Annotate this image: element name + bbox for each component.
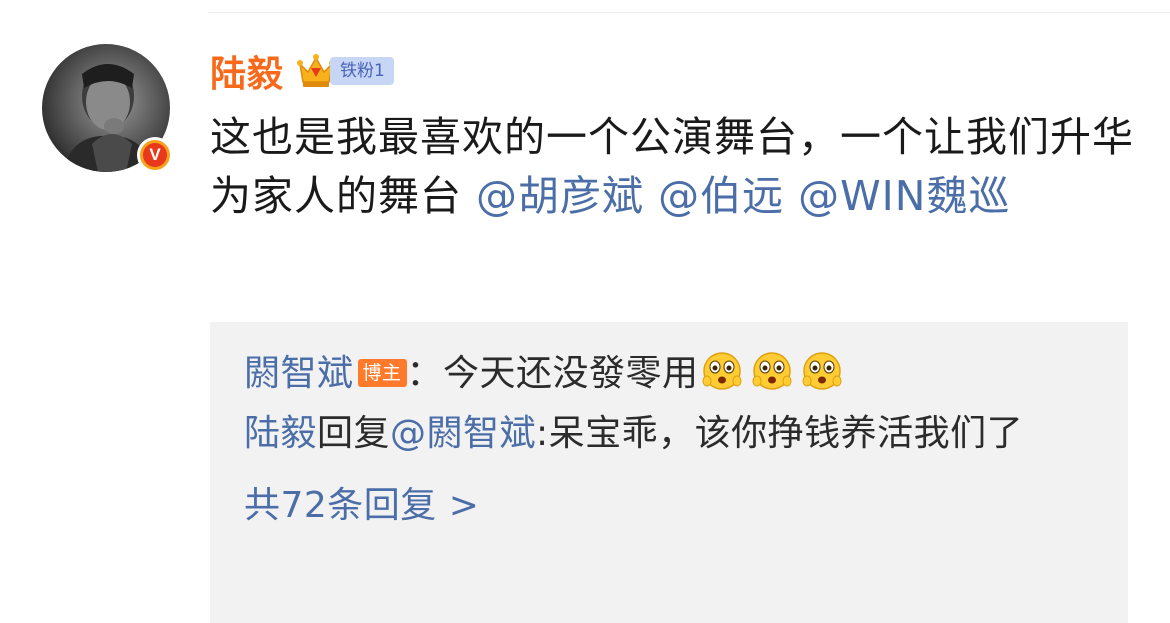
fan-badge-label: 铁粉1 — [330, 57, 394, 85]
comment-text: 今天还没發零用 — [443, 353, 699, 394]
shocked-face-emoji-icon — [702, 352, 742, 390]
reply-text: :呆宝乖，该你挣钱养活我们了 — [536, 413, 1024, 454]
comment-separator: ： — [406, 353, 444, 394]
author-reply: 陆毅回复@閼智斌:呆宝乖，该你挣钱养活我们了 — [244, 404, 1094, 464]
comment-author[interactable]: 閼智斌 — [244, 353, 354, 394]
fan-badge[interactable]: 铁粉1 — [296, 52, 394, 90]
mention-link[interactable]: @WIN魏巡 — [798, 172, 1010, 220]
top-divider — [208, 12, 1170, 13]
reply-target-mention[interactable]: @閼智斌 — [390, 413, 536, 454]
shocked-face-emoji-icon — [802, 352, 842, 390]
author-name[interactable]: 陆毅 — [210, 45, 284, 97]
top-comment: 閼智斌 博主 ：今天还没發零用 — [244, 344, 1094, 404]
mention-link[interactable]: @伯远 — [658, 172, 784, 220]
author-avatar[interactable]: V — [42, 44, 173, 173]
reply-verb: 回复 — [317, 413, 391, 454]
verified-badge-icon: V — [137, 137, 173, 173]
reply-author[interactable]: 陆毅 — [244, 413, 317, 454]
post-body: 这也是我最喜欢的一个公演舞台，一个让我们升华为家人的舞台 @胡彦斌 @伯远 @W… — [210, 108, 1140, 226]
mention-link[interactable]: @胡彦斌 — [476, 172, 644, 220]
host-badge: 博主 — [357, 359, 407, 387]
author-row: 陆毅 铁粉1 — [210, 46, 394, 96]
more-replies-link[interactable]: 共72条回复 > — [244, 476, 1094, 536]
comment-preview-box[interactable]: 閼智斌 博主 ：今天还没發零用 陆毅回复@閼智斌:呆宝乖，该你挣钱养活我们了 共… — [210, 322, 1128, 623]
shocked-face-emoji-icon — [752, 352, 792, 390]
